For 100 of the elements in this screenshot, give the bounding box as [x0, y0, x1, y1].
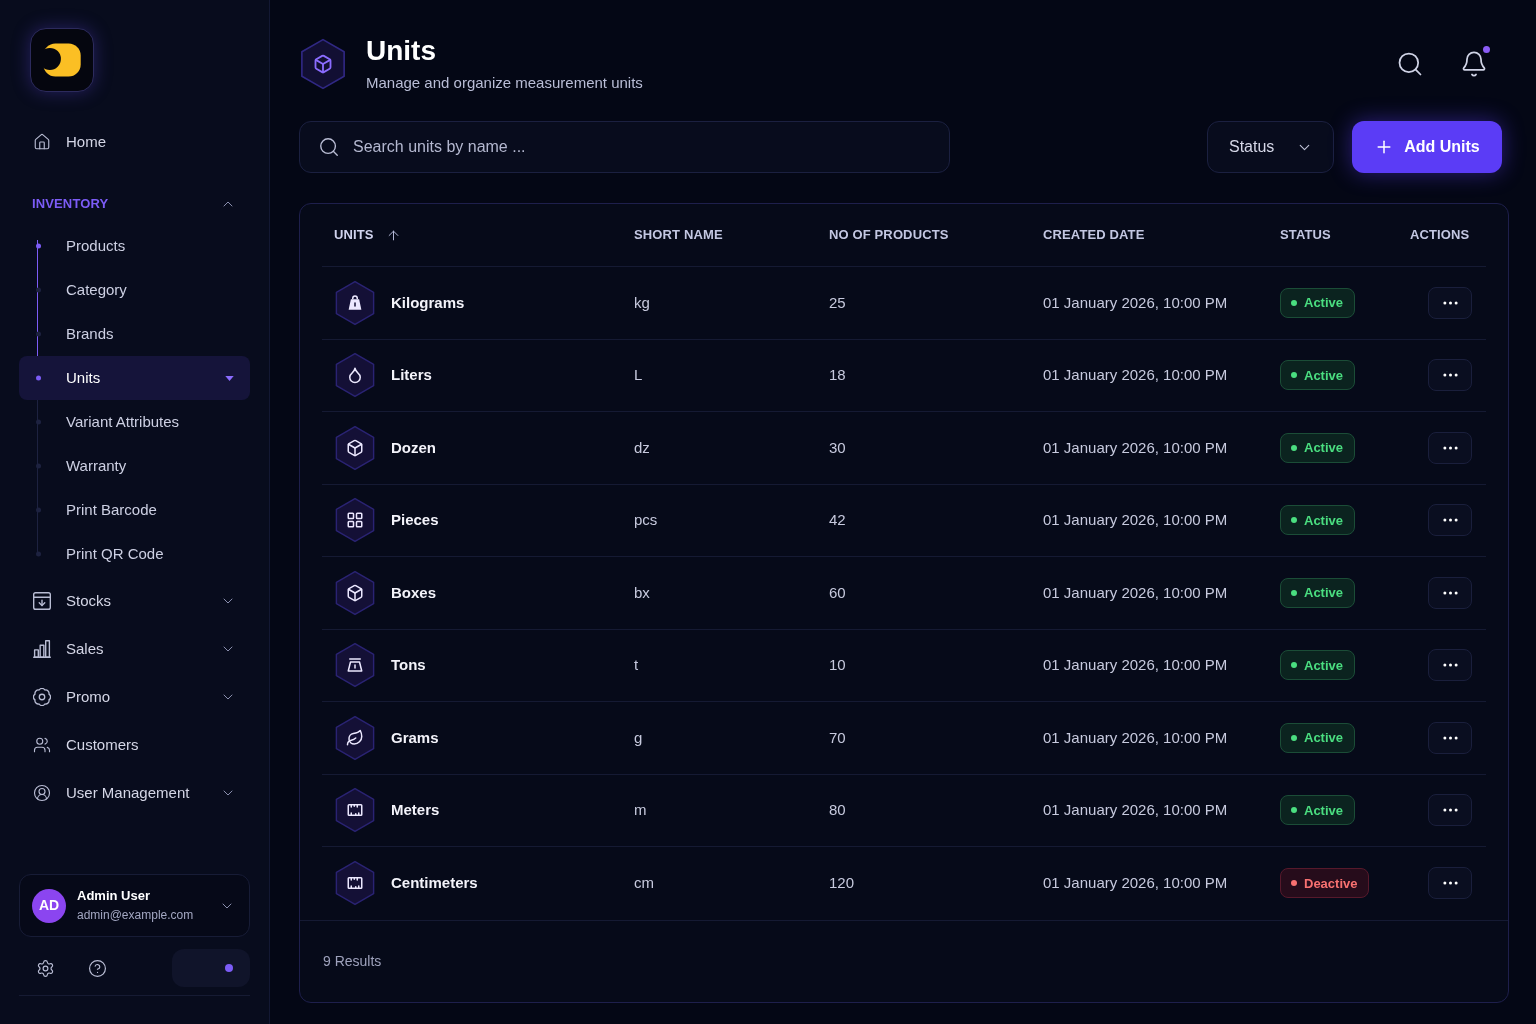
- leaf-icon: [334, 714, 376, 761]
- status-badge: Active: [1280, 432, 1356, 463]
- unit-name: Liters: [391, 365, 432, 385]
- created-date-cell-text: 01 January 2026, 10:00 PM: [1043, 873, 1228, 893]
- unit-name: Kilograms: [391, 292, 465, 313]
- created-date-cell-text: 01 January 2026, 10:00 PM: [1043, 510, 1228, 530]
- nav-subitem[interactable]: Category: [19, 268, 250, 312]
- unit-name: Boxes: [391, 582, 437, 603]
- row-actions-button[interactable]: [1428, 576, 1472, 609]
- nav-subitem[interactable]: Print Barcode: [19, 488, 250, 532]
- short-name-cell-text: t: [634, 655, 639, 675]
- more-icon: [1442, 300, 1458, 305]
- toggle-knob-icon: [225, 964, 233, 972]
- status-badge: Active: [1280, 360, 1356, 391]
- more-icon: [1442, 808, 1458, 813]
- product-count-cell-text: 25: [829, 292, 846, 313]
- moon-logo: [30, 28, 94, 92]
- column-header: STATUS: [1280, 226, 1331, 245]
- nav-item[interactable]: Stocks: [19, 577, 250, 625]
- droplet-icon: [334, 352, 376, 399]
- status-badge: Active: [1280, 722, 1356, 753]
- unit-name: Pieces: [391, 510, 439, 530]
- row-actions-button[interactable]: [1428, 431, 1472, 464]
- row-actions-button[interactable]: [1428, 794, 1472, 827]
- help-icon[interactable]: [88, 958, 107, 978]
- created-date-cell-text: 01 January 2026, 10:00 PM: [1043, 727, 1228, 748]
- theme-toggle[interactable]: [172, 949, 250, 987]
- nav-subitem[interactable]: Variant Attributes: [19, 400, 250, 444]
- weight-icon: [334, 279, 376, 326]
- short-name-cell-text: cm: [634, 873, 654, 893]
- created-date-cell-text: 01 January 2026, 10:00 PM: [1043, 292, 1228, 313]
- row-actions-button[interactable]: [1428, 649, 1472, 682]
- user-name: Admin User: [77, 888, 150, 905]
- settings-icon[interactable]: [36, 958, 55, 978]
- caret-icon: [225, 375, 234, 381]
- more-icon: [1442, 518, 1458, 523]
- status-dropdown[interactable]: Status: [1207, 121, 1334, 173]
- row-actions-button[interactable]: [1428, 867, 1472, 900]
- more-icon: [1442, 445, 1458, 450]
- product-count-cell-text: 30: [829, 437, 846, 458]
- ruler-icon: [334, 860, 376, 907]
- column-header[interactable]: UNITS: [334, 225, 374, 245]
- badge-icon: [33, 688, 51, 706]
- more-icon: [1442, 663, 1458, 668]
- add-units-button[interactable]: Add Units: [1352, 121, 1502, 173]
- nav-subitem[interactable]: Products: [19, 224, 250, 268]
- created-date-cell-text: 01 January 2026, 10:00 PM: [1043, 365, 1228, 385]
- nav-item[interactable]: Customers: [19, 721, 250, 769]
- unit-name: Centimeters: [391, 873, 478, 893]
- status-badge: Deactive: [1280, 868, 1370, 899]
- avatar: AD: [32, 888, 66, 923]
- page-title: Units: [366, 34, 436, 68]
- unit-name: Dozen: [391, 437, 436, 458]
- product-count-cell-text: 42: [829, 510, 846, 530]
- cube-icon: [334, 424, 376, 471]
- status-badge: Active: [1280, 505, 1356, 536]
- product-count-cell-text: 60: [829, 582, 846, 603]
- nav-subitem[interactable]: Brands: [19, 312, 250, 356]
- bar-chart-icon: [33, 640, 51, 658]
- archive-download-icon: [33, 592, 51, 610]
- product-count-cell-text: 18: [829, 365, 846, 385]
- product-count-cell-text: 80: [829, 800, 846, 820]
- product-count-cell-text: 10: [829, 655, 846, 675]
- user-card[interactable]: AD Admin User admin@example.com: [19, 874, 250, 937]
- column-header: ACTIONS: [1410, 226, 1470, 245]
- nav-subitem[interactable]: Print QR Code: [19, 532, 250, 576]
- results-count: 9 Results: [323, 951, 382, 971]
- hexagon-cube-icon: [299, 37, 347, 90]
- nav-item[interactable]: User Management: [19, 769, 250, 817]
- nav-subitem[interactable]: Units: [19, 356, 250, 400]
- status-badge: Active: [1280, 650, 1356, 681]
- column-header: CREATED DATE: [1043, 226, 1145, 245]
- short-name-cell-text: g: [634, 727, 643, 748]
- user-circle-icon: [33, 784, 51, 802]
- short-name-cell-text: bx: [634, 582, 650, 603]
- search-field[interactable]: Search units by name ...: [299, 121, 950, 173]
- nav-item[interactable]: Home: [19, 120, 250, 164]
- scale-icon: [334, 642, 376, 689]
- row-actions-button[interactable]: [1428, 286, 1472, 319]
- row-actions-button[interactable]: [1428, 721, 1472, 754]
- nav-subitem[interactable]: Warranty: [19, 444, 250, 488]
- cube-icon: [334, 569, 376, 616]
- more-icon: [1442, 590, 1458, 595]
- notifications-button[interactable]: [1460, 48, 1488, 79]
- unit-name: Grams: [391, 727, 439, 748]
- nav-item[interactable]: Sales: [19, 625, 250, 673]
- status-badge: Active: [1280, 287, 1356, 318]
- users-icon: [33, 736, 51, 754]
- ruler-icon: [334, 787, 376, 834]
- more-icon: [1442, 735, 1458, 740]
- short-name-cell-text: m: [634, 800, 647, 820]
- row-actions-button[interactable]: [1428, 359, 1472, 392]
- product-count-cell-text: 70: [829, 727, 846, 748]
- nav-section-header[interactable]: INVENTORY: [19, 184, 250, 224]
- column-header: NO OF PRODUCTS: [829, 226, 949, 245]
- unit-name: Tons: [391, 655, 426, 675]
- home-icon: [33, 133, 51, 151]
- nav-item[interactable]: Promo: [19, 673, 250, 721]
- row-actions-button[interactable]: [1428, 504, 1472, 537]
- created-date-cell-text: 01 January 2026, 10:00 PM: [1043, 582, 1228, 603]
